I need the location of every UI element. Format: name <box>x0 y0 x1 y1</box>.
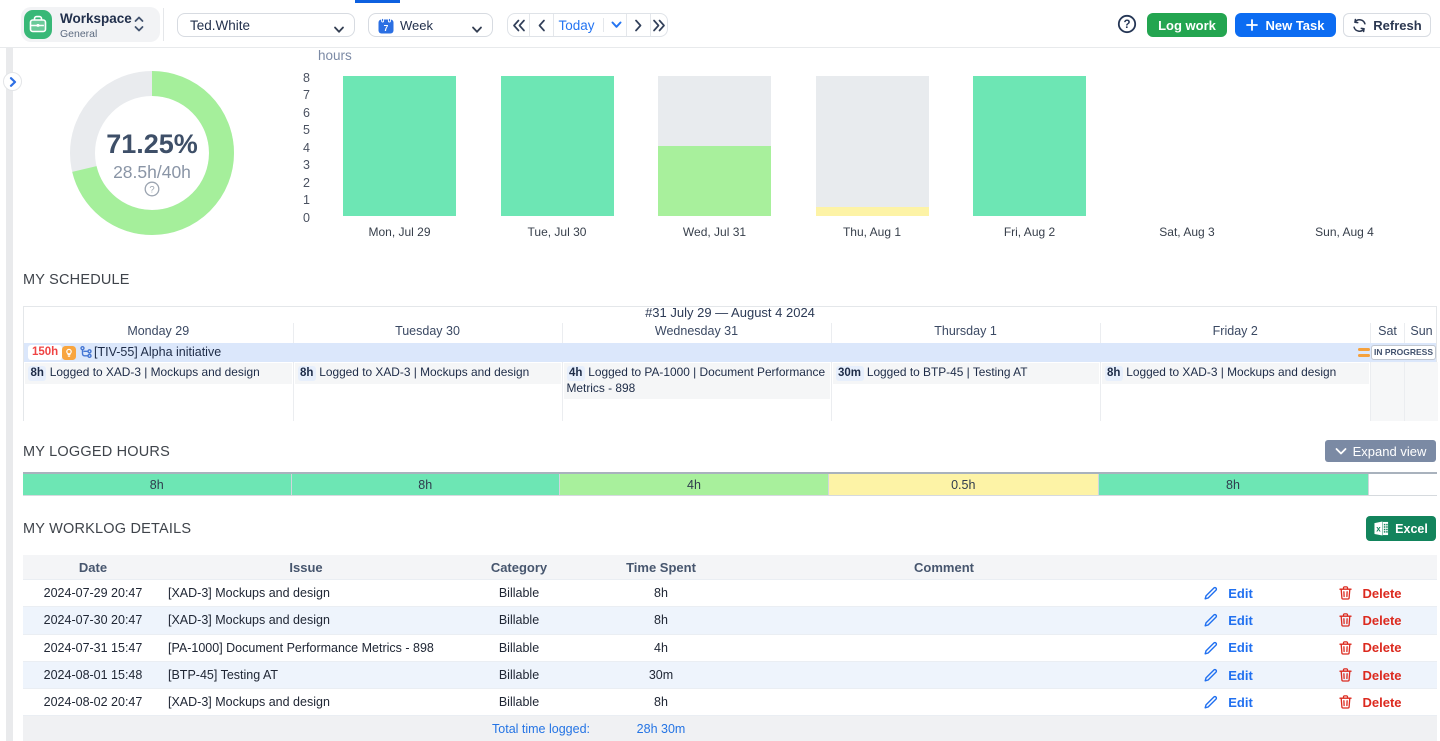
svg-text:7: 7 <box>384 23 389 33</box>
svg-text:?: ? <box>149 185 154 196</box>
svg-text:x: x <box>1376 524 1381 533</box>
svg-text:?: ? <box>1123 19 1130 31</box>
